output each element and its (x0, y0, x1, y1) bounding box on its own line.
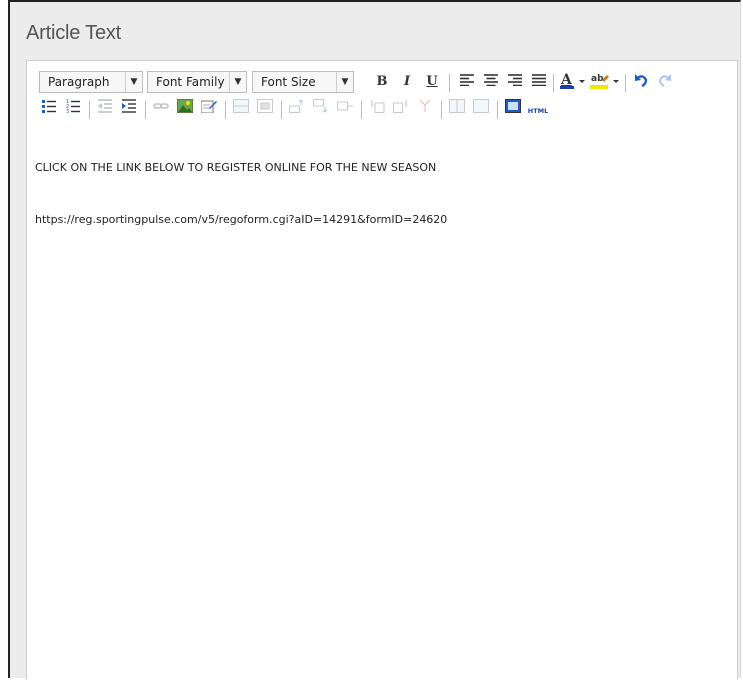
align-center-button[interactable] (481, 72, 501, 92)
toolbar-separator (553, 74, 554, 92)
svg-text:ab: ab (591, 74, 604, 84)
delete-row-icon (337, 101, 353, 111)
html-source-button[interactable]: HTML (527, 99, 549, 119)
toolbar-separator (225, 101, 226, 119)
undo-button[interactable] (631, 72, 651, 92)
edit-content-button[interactable] (199, 99, 219, 119)
toolbar-separator (449, 74, 450, 92)
table-cell-props-button[interactable] (255, 99, 275, 119)
link-icon (153, 103, 169, 109)
font-size-select-label: Font Size (261, 75, 316, 89)
insert-row-before-button[interactable] (287, 99, 307, 119)
chevron-down-icon: ▼ (125, 72, 142, 92)
align-justify-button[interactable] (529, 72, 549, 92)
format-select[interactable]: Paragraph ▼ (39, 71, 143, 93)
svg-text:A: A (560, 72, 573, 88)
bullet-list-icon (42, 100, 56, 113)
text-color-button[interactable]: A (559, 72, 587, 92)
numbered-list-icon: 123 (66, 99, 80, 115)
table-cell-icon (257, 99, 273, 113)
delete-col-button[interactable] (415, 99, 435, 119)
align-center-icon (484, 74, 498, 87)
image-icon (176, 98, 194, 114)
toolbar-separator (281, 101, 282, 119)
insert-col-before-icon (371, 100, 385, 113)
insert-row-before-icon (289, 99, 304, 113)
toolbar-separator (625, 74, 626, 92)
insert-col-after-icon (393, 100, 407, 113)
toolbar-separator (145, 101, 146, 119)
article-text-panel: Article Text Paragraph ▼ Font Family ▼ F… (8, 0, 741, 680)
svg-text:3: 3 (66, 109, 69, 113)
text-color-icon: A (560, 72, 585, 89)
toolbar-separator (441, 101, 442, 119)
align-right-icon (508, 74, 522, 87)
redo-icon (658, 74, 671, 87)
merge-cells-button[interactable] (471, 99, 491, 119)
fullscreen-button[interactable] (503, 99, 523, 119)
content-line-1: CLICK ON THE LINK BELOW TO REGISTER ONLI… (35, 161, 437, 174)
highlight-pen-icon: ab (590, 74, 619, 89)
highlight-color-button[interactable]: ab (589, 72, 621, 92)
insert-link-button[interactable] (151, 99, 171, 119)
align-left-button[interactable] (457, 72, 477, 92)
insert-image-button[interactable] (175, 98, 195, 119)
toolbar-separator (361, 101, 362, 119)
content-link[interactable]: https://reg.sportingpulse.com/v5/regofor… (35, 213, 447, 226)
align-justify-icon (532, 74, 546, 87)
toolbar-separator (497, 101, 498, 119)
table-row-props-button[interactable] (231, 99, 251, 119)
table-split-icon (449, 99, 465, 113)
font-family-select-label: Font Family (156, 75, 225, 89)
insert-row-after-icon (313, 99, 328, 113)
delete-row-button[interactable] (335, 99, 355, 119)
rich-text-editor: Paragraph ▼ Font Family ▼ Font Size ▼ B … (26, 60, 738, 680)
insert-col-after-button[interactable] (391, 99, 411, 119)
outdent-icon (98, 99, 112, 113)
indent-button[interactable] (119, 99, 139, 119)
numbered-list-button[interactable]: 123 (63, 99, 83, 119)
insert-row-after-button[interactable] (311, 99, 331, 119)
html-source-label: HTML (527, 107, 549, 115)
panel-title: Article Text (26, 22, 122, 44)
table-row-icon (233, 99, 249, 113)
table-merge-icon (473, 99, 489, 113)
chevron-down-icon: ▼ (336, 72, 353, 92)
italic-button[interactable]: I (397, 72, 417, 92)
split-cells-button[interactable] (447, 99, 467, 119)
bullet-list-button[interactable] (39, 99, 59, 119)
indent-icon (122, 99, 136, 113)
redo-button[interactable] (655, 72, 675, 92)
outdent-button[interactable] (95, 99, 115, 119)
align-left-icon (460, 74, 474, 87)
fullscreen-icon (505, 99, 521, 113)
font-family-select[interactable]: Font Family ▼ (147, 71, 247, 93)
align-right-button[interactable] (505, 72, 525, 92)
insert-col-before-button[interactable] (367, 99, 387, 119)
font-size-select[interactable]: Font Size ▼ (252, 71, 354, 93)
editor-content[interactable]: CLICK ON THE LINK BELOW TO REGISTER ONLI… (35, 161, 447, 226)
delete-col-icon (419, 99, 431, 112)
bold-button[interactable]: B (372, 72, 392, 92)
chevron-down-icon: ▼ (229, 72, 246, 92)
editor-toolbar: Paragraph ▼ Font Family ▼ Font Size ▼ B … (27, 61, 737, 133)
underline-button[interactable]: U (422, 72, 442, 92)
undo-icon (635, 74, 648, 88)
toolbar-separator (89, 101, 90, 119)
format-select-label: Paragraph (48, 75, 110, 89)
edit-document-icon (200, 100, 217, 114)
